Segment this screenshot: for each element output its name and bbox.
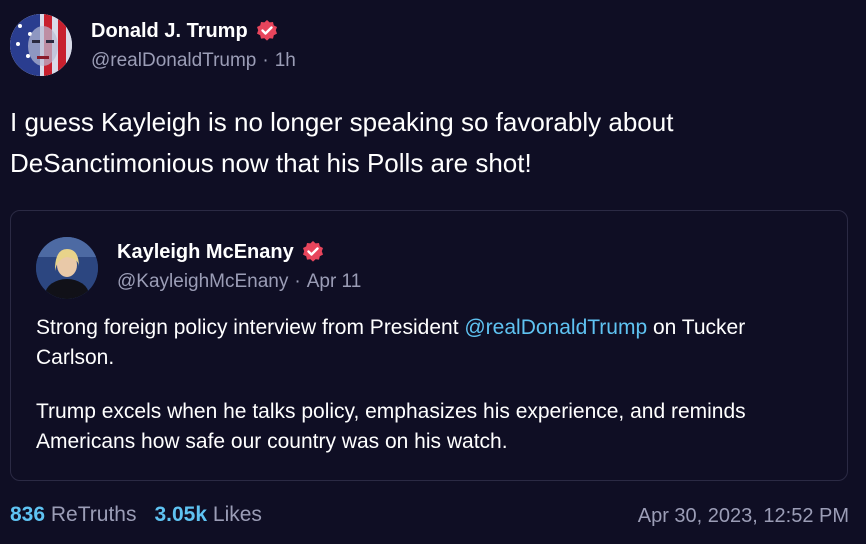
avatar-image (36, 237, 98, 299)
verified-badge-icon (302, 241, 323, 262)
post-text: I guess Kayleigh is no longer speaking s… (10, 102, 850, 184)
author-block: Donald J. Trump @realDonaldTrump · 1h (91, 16, 296, 72)
quoted-author-block: Kayleigh McEnany @KayleighMcEnany · Apr 11 (117, 237, 361, 293)
quoted-author-avatar[interactable] (36, 237, 98, 299)
likes-stat[interactable]: 3.05k Likes (154, 503, 261, 527)
verified-badge-icon (256, 20, 277, 41)
likes-count: 3.05k (154, 503, 208, 526)
retruths-count: 836 (10, 503, 46, 526)
author-handle[interactable]: @realDonaldTrump (91, 50, 256, 71)
quoted-post-date[interactable]: Apr 11 (307, 271, 362, 292)
quoted-author-name[interactable]: Kayleigh McEnany (117, 241, 294, 264)
post-card: Donald J. Trump @realDonaldTrump · 1h I gu… (0, 0, 866, 544)
quoted-author-meta: @KayleighMcEnany · Apr 11 (117, 271, 361, 293)
author-meta: @realDonaldTrump · 1h (91, 50, 296, 72)
post-text-line: DeSanctimonious now that his Polls are s… (10, 148, 532, 178)
quoted-paragraph: Trump excels when he talks policy, empha… (36, 400, 746, 453)
quoted-post[interactable]: Kayleigh McEnany @KayleighMcEnany · Apr 11… (10, 210, 848, 481)
avatar-image (10, 14, 72, 76)
likes-label: Likes (212, 503, 262, 526)
quoted-post-body: Strong foreign policy interview from Pre… (36, 313, 826, 481)
quoted-author-handle[interactable]: @KayleighMcEnany (117, 271, 288, 292)
post-timestamp[interactable]: Apr 30, 2023, 12:52 PM (638, 505, 849, 528)
retruths-stat[interactable]: 836 ReTruths (10, 503, 136, 527)
post-time[interactable]: 1h (275, 50, 296, 71)
quoted-text: Strong foreign policy interview from Pre… (36, 316, 465, 339)
quoted-paragraph: Strong foreign policy interview from Pre… (36, 313, 826, 373)
post-stats: 836 ReTruths 3.05k Likes (10, 503, 262, 527)
author-avatar[interactable] (10, 14, 72, 76)
retruths-label: ReTruths (50, 503, 137, 526)
post-text-line: I guess Kayleigh is no longer speaking s… (10, 107, 674, 137)
author-name[interactable]: Donald J. Trump (91, 20, 248, 43)
meta-separator: · (262, 50, 269, 71)
meta-separator: · (294, 271, 301, 292)
mention-link[interactable]: @realDonaldTrump (464, 316, 647, 339)
